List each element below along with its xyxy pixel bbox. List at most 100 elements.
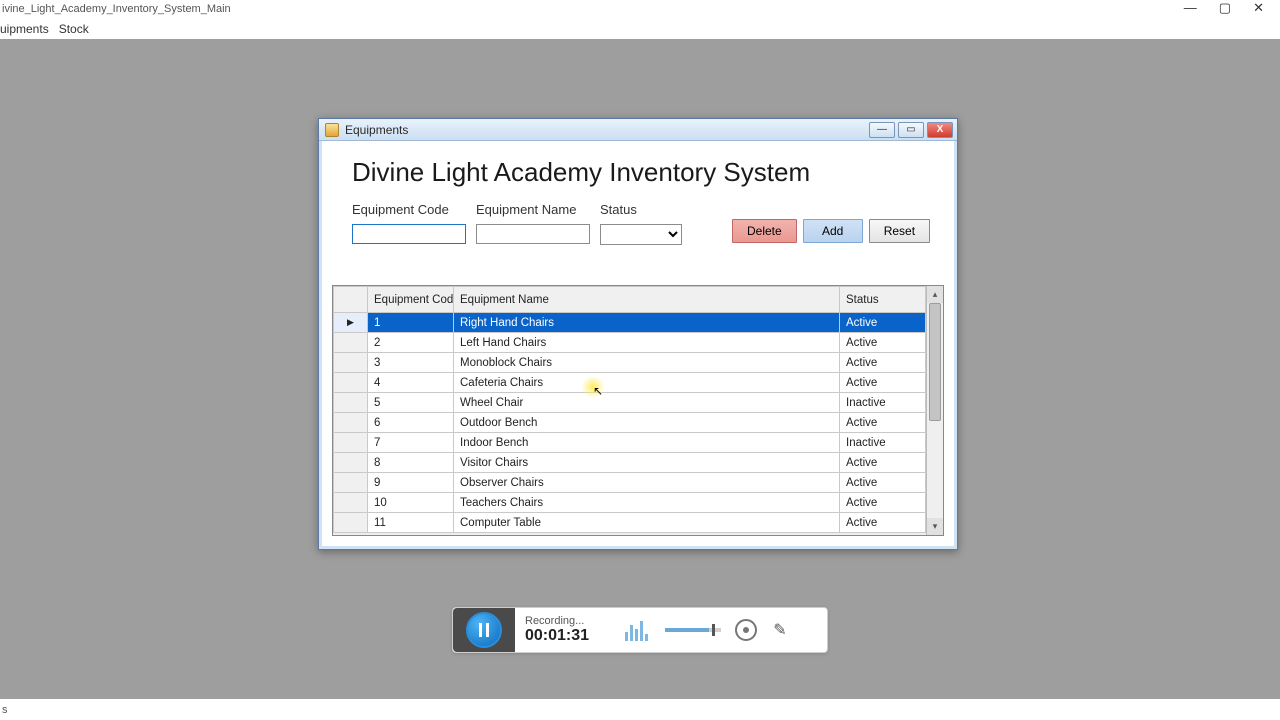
audio-volume-slider[interactable] xyxy=(665,628,721,632)
scroll-down-icon[interactable]: ▾ xyxy=(927,518,943,535)
cell-status[interactable]: Active xyxy=(840,333,926,353)
page-title: Divine Light Academy Inventory System xyxy=(322,141,954,202)
cell-status[interactable]: Active xyxy=(840,473,926,493)
webcam-toggle-button[interactable] xyxy=(735,619,757,641)
cell-name[interactable]: Visitor Chairs xyxy=(454,453,840,473)
cell-code[interactable]: 11 xyxy=(368,513,454,533)
status-label: Status xyxy=(600,202,682,217)
child-close-button[interactable]: X xyxy=(927,122,953,138)
main-close-button[interactable]: ✕ xyxy=(1253,0,1264,16)
row-header xyxy=(334,513,368,533)
col-equipment-name[interactable]: Equipment Name xyxy=(454,287,840,313)
cell-code[interactable]: 9 xyxy=(368,473,454,493)
window-icon xyxy=(325,123,339,137)
filter-form: Equipment Code Equipment Name Status Del… xyxy=(322,202,954,258)
cell-status[interactable]: Active xyxy=(840,493,926,513)
cell-name[interactable]: Right Hand Chairs xyxy=(454,313,840,333)
cell-code[interactable]: 10 xyxy=(368,493,454,513)
cell-code[interactable]: 1 xyxy=(368,313,454,333)
cell-name[interactable]: Indoor Bench xyxy=(454,433,840,453)
main-window-title: ivine_Light_Academy_Inventory_System_Mai… xyxy=(2,3,231,15)
cell-name[interactable]: Observer Chairs xyxy=(454,473,840,493)
row-header xyxy=(334,353,368,373)
pause-recording-button[interactable] xyxy=(466,612,502,648)
grid-header-row: Equipment Code Equipment Name Status xyxy=(334,287,926,313)
col-status[interactable]: Status xyxy=(840,287,926,313)
status-select[interactable] xyxy=(600,224,682,245)
cell-code[interactable]: 3 xyxy=(368,353,454,373)
table-row[interactable]: 3Monoblock ChairsActive xyxy=(334,353,926,373)
cell-code[interactable]: 2 xyxy=(368,333,454,353)
menu-stock[interactable]: Stock xyxy=(59,20,99,38)
cell-name[interactable]: Teachers Chairs xyxy=(454,493,840,513)
main-titlebar: ivine_Light_Academy_Inventory_System_Mai… xyxy=(0,0,1280,18)
audio-level-icon xyxy=(625,619,653,641)
cell-status[interactable]: Active xyxy=(840,373,926,393)
cell-status[interactable]: Active xyxy=(840,353,926,373)
screen-recorder-bar[interactable]: Recording... 00:01:31 ✎ xyxy=(452,607,828,653)
row-header xyxy=(334,413,368,433)
cell-name[interactable]: Computer Table xyxy=(454,513,840,533)
table-row[interactable]: 10Teachers ChairsActive xyxy=(334,493,926,513)
child-minimize-button[interactable]: — xyxy=(869,122,895,138)
cell-name[interactable]: Cafeteria Chairs xyxy=(454,373,840,393)
cell-name[interactable]: Wheel Chair xyxy=(454,393,840,413)
row-header: ▶ xyxy=(334,313,368,333)
row-header xyxy=(334,393,368,413)
child-maximize-button[interactable]: ▭ xyxy=(898,122,924,138)
cell-status[interactable]: Active xyxy=(840,513,926,533)
cell-code[interactable]: 6 xyxy=(368,413,454,433)
row-header xyxy=(334,493,368,513)
recording-time: 00:01:31 xyxy=(525,627,615,645)
reset-button[interactable]: Reset xyxy=(869,219,930,243)
equipment-name-label: Equipment Name xyxy=(476,202,590,217)
col-equipment-code[interactable]: Equipment Code xyxy=(368,287,454,313)
equipments-titlebar[interactable]: Equipments — ▭ X xyxy=(319,119,957,141)
table-row[interactable]: 6Outdoor BenchActive xyxy=(334,413,926,433)
table-row[interactable]: 8Visitor ChairsActive xyxy=(334,453,926,473)
table-row[interactable]: 2Left Hand ChairsActive xyxy=(334,333,926,353)
menubar: uipments Stock xyxy=(0,18,1280,39)
cell-status[interactable]: Active xyxy=(840,413,926,433)
scroll-thumb[interactable] xyxy=(929,303,941,421)
cell-name[interactable]: Left Hand Chairs xyxy=(454,333,840,353)
table-row[interactable]: 11Computer TableActive xyxy=(334,513,926,533)
add-button[interactable]: Add xyxy=(803,219,863,243)
row-header xyxy=(334,473,368,493)
equipment-code-input[interactable] xyxy=(352,224,466,244)
equipment-code-label: Equipment Code xyxy=(352,202,466,217)
equipment-name-input[interactable] xyxy=(476,224,590,244)
cell-code[interactable]: 5 xyxy=(368,393,454,413)
equipments-window-title: Equipments xyxy=(345,123,408,137)
statusbar-text: s xyxy=(2,704,8,716)
annotate-button[interactable]: ✎ xyxy=(767,617,793,643)
row-header xyxy=(334,433,368,453)
cell-status[interactable]: Active xyxy=(840,313,926,333)
main-maximize-button[interactable]: ▢ xyxy=(1219,0,1231,16)
cell-status[interactable]: Inactive xyxy=(840,433,926,453)
grid-scrollbar[interactable]: ▴ ▾ xyxy=(926,286,943,535)
main-minimize-button[interactable]: — xyxy=(1184,0,1197,16)
table-row[interactable]: ▶1Right Hand ChairsActive xyxy=(334,313,926,333)
equipments-grid: Equipment Code Equipment Name Status ▶1R… xyxy=(332,285,944,536)
grid-corner-header xyxy=(334,287,368,313)
scroll-up-icon[interactable]: ▴ xyxy=(927,286,943,303)
table-row[interactable]: 7Indoor BenchInactive xyxy=(334,433,926,453)
table-row[interactable]: 5Wheel ChairInactive xyxy=(334,393,926,413)
cell-name[interactable]: Monoblock Chairs xyxy=(454,353,840,373)
menu-equipments[interactable]: uipments xyxy=(0,20,59,38)
cell-status[interactable]: Active xyxy=(840,453,926,473)
table-row[interactable]: 4Cafeteria ChairsActive xyxy=(334,373,926,393)
cell-status[interactable]: Inactive xyxy=(840,393,926,413)
recording-label: Recording... xyxy=(525,615,615,627)
cell-code[interactable]: 7 xyxy=(368,433,454,453)
delete-button[interactable]: Delete xyxy=(732,219,797,243)
cell-code[interactable]: 4 xyxy=(368,373,454,393)
cell-code[interactable]: 8 xyxy=(368,453,454,473)
row-header xyxy=(334,453,368,473)
cursor-icon: ↖ xyxy=(593,384,603,398)
statusbar: s xyxy=(0,699,1280,720)
cell-name[interactable]: Outdoor Bench xyxy=(454,413,840,433)
row-header xyxy=(334,373,368,393)
table-row[interactable]: 9Observer ChairsActive xyxy=(334,473,926,493)
